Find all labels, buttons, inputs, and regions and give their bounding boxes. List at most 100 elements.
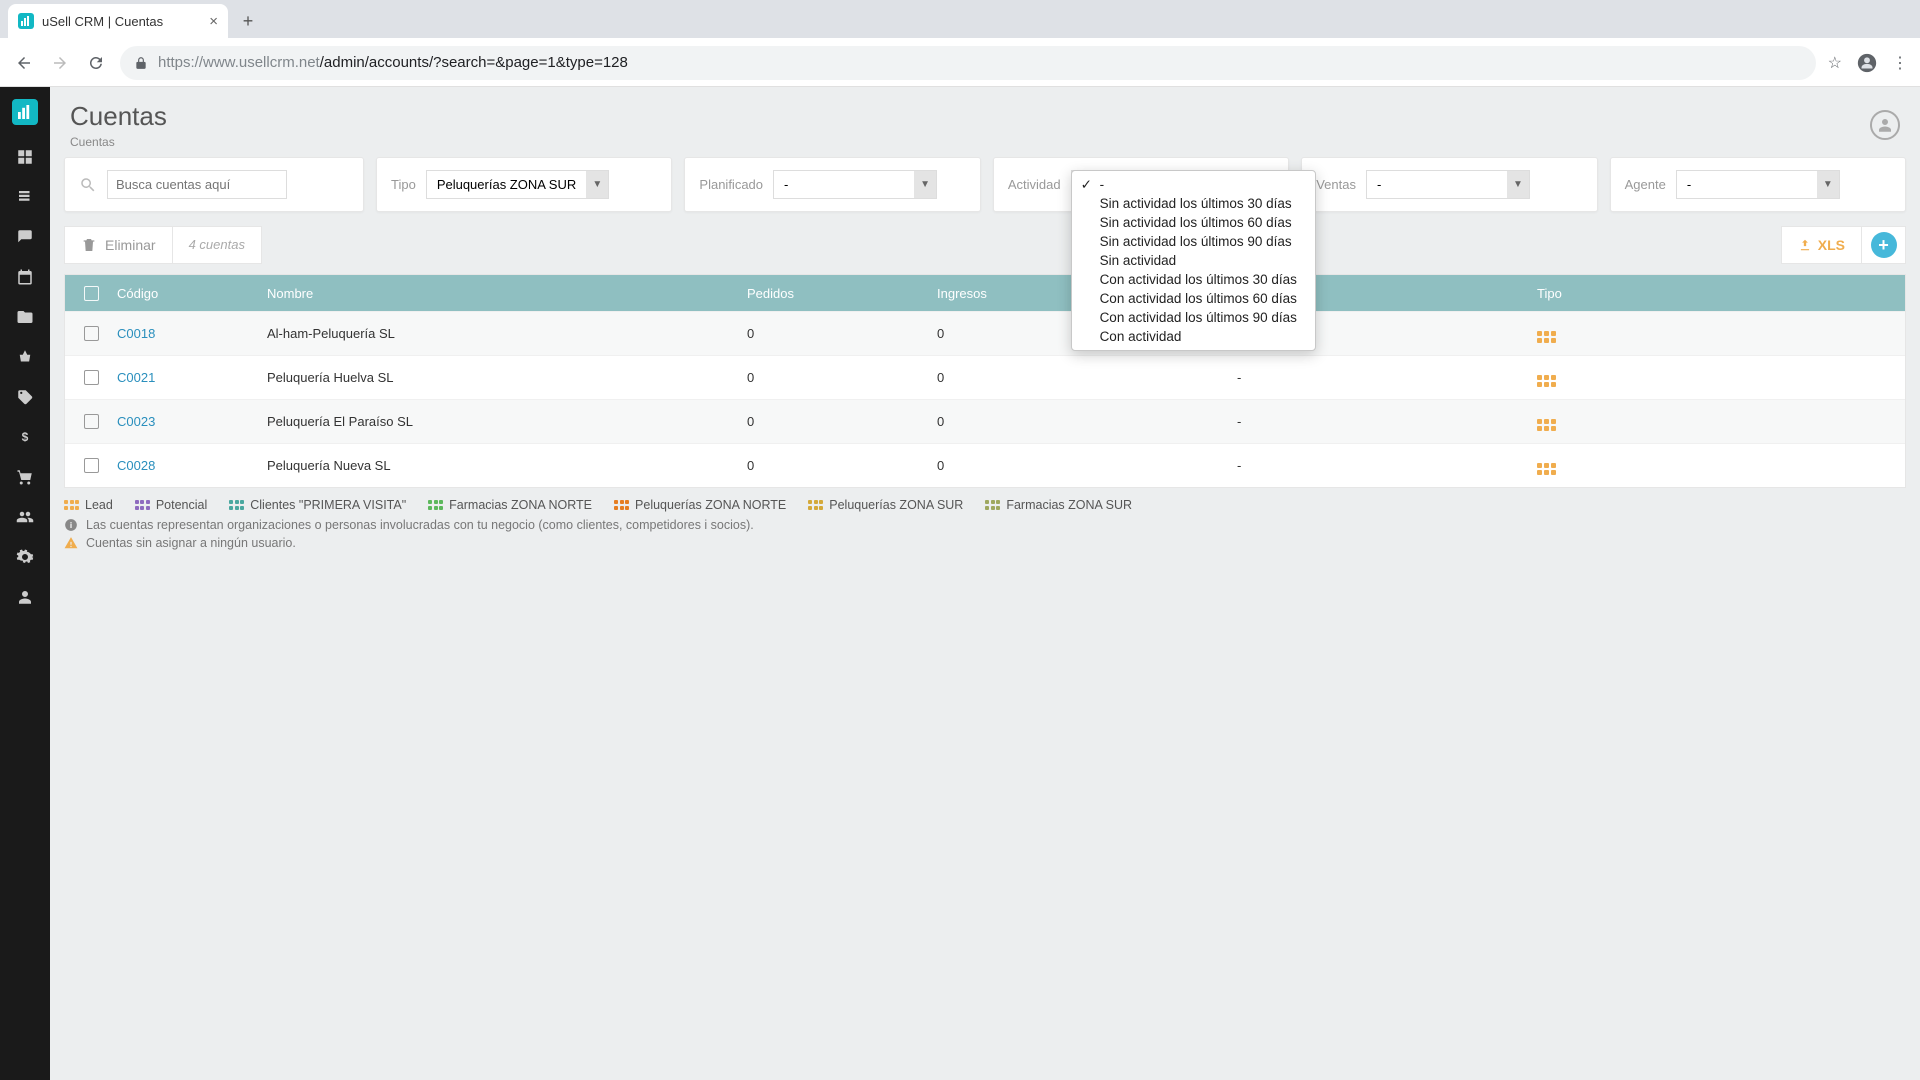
actividad-dropdown[interactable]: -Sin actividad los últimos 30 díasSin ac… — [1071, 170, 1316, 351]
dropdown-option[interactable]: Sin actividad los últimos 90 días — [1072, 232, 1315, 251]
dropdown-option[interactable]: Con actividad los últimos 30 días — [1072, 270, 1315, 289]
tab-bar: uSell CRM | Cuentas × + — [0, 0, 1920, 38]
dropdown-option[interactable]: Con actividad los últimos 90 días — [1072, 308, 1315, 327]
filter-label: Ventas — [1316, 177, 1356, 192]
legend-item: Potencial — [135, 498, 207, 512]
results-count: 4 cuentas — [173, 226, 262, 264]
sidebar-item-tag[interactable] — [0, 377, 50, 417]
account-revenue: 0 — [937, 414, 1237, 429]
sidebar-item-users[interactable] — [0, 497, 50, 537]
row-checkbox[interactable] — [84, 370, 99, 385]
legend-item: Farmacias ZONA NORTE — [428, 498, 592, 512]
warning-text: Cuentas sin asignar a ningún usuario. — [86, 536, 296, 550]
search-input[interactable] — [107, 170, 287, 199]
tipo-select[interactable]: Peluquerías ZONA SUR ▼ — [426, 170, 609, 199]
sidebar-item-user[interactable] — [0, 577, 50, 617]
sidebar-item-contacts[interactable] — [0, 217, 50, 257]
dropdown-option[interactable]: Con actividad los últimos 60 días — [1072, 289, 1315, 308]
account-type — [1537, 324, 1905, 343]
address-bar: https://www.usellcrm.net/admin/accounts/… — [0, 38, 1920, 87]
main-content: Cuentas Cuentas Tipo Peluquerías ZONA SU… — [50, 87, 1920, 1080]
account-code-link[interactable]: C0023 — [117, 414, 155, 429]
account-type — [1537, 412, 1905, 431]
header-type[interactable]: Tipo — [1537, 286, 1905, 301]
header-name[interactable]: Nombre — [267, 286, 747, 301]
breadcrumb: Cuentas — [70, 135, 167, 149]
filter-label: Agente — [1625, 177, 1666, 192]
user-avatar[interactable] — [1870, 110, 1900, 140]
account-code-link[interactable]: C0021 — [117, 370, 155, 385]
account-name: Al-ham-Peluquería SL — [267, 326, 747, 341]
account-code-link[interactable]: C0018 — [117, 326, 155, 341]
url-box[interactable]: https://www.usellcrm.net/admin/accounts/… — [120, 46, 1816, 80]
legend-item: Farmacias ZONA SUR — [985, 498, 1132, 512]
forward-button[interactable] — [48, 51, 72, 75]
sidebar-item-dashboard[interactable] — [0, 137, 50, 177]
table-row[interactable]: C0018Al-ham-Peluquería SL00- — [65, 311, 1905, 355]
dropdown-option[interactable]: Sin actividad los últimos 60 días — [1072, 213, 1315, 232]
chevron-down-icon[interactable]: ▼ — [586, 171, 608, 198]
tab-title: uSell CRM | Cuentas — [42, 14, 163, 29]
upload-icon — [1798, 238, 1812, 252]
table-row[interactable]: C0028Peluquería Nueva SL00- — [65, 443, 1905, 487]
row-checkbox[interactable] — [84, 414, 99, 429]
new-tab-button[interactable]: + — [234, 7, 262, 35]
search-box — [64, 157, 364, 212]
chevron-down-icon[interactable]: ▼ — [914, 171, 936, 198]
sidebar-item-calendar[interactable] — [0, 257, 50, 297]
select-all-checkbox[interactable] — [84, 286, 99, 301]
tab-close-icon[interactable]: × — [209, 13, 218, 30]
lock-icon — [134, 56, 148, 70]
reload-button[interactable] — [84, 51, 108, 75]
account-revenue: 0 — [937, 458, 1237, 473]
ventas-select[interactable]: - ▼ — [1366, 170, 1530, 199]
bookmark-icon[interactable]: ☆ — [1828, 53, 1842, 73]
sidebar-item-money[interactable]: $ — [0, 417, 50, 457]
sidebar: $ — [0, 87, 50, 1080]
profile-icon[interactable] — [1856, 52, 1878, 74]
row-checkbox[interactable] — [84, 458, 99, 473]
dropdown-option[interactable]: Sin actividad — [1072, 251, 1315, 270]
table-row[interactable]: C0021Peluquería Huelva SL00- — [65, 355, 1905, 399]
account-last-order: - — [1237, 414, 1537, 429]
account-code-link[interactable]: C0028 — [117, 458, 155, 473]
chevron-down-icon[interactable]: ▼ — [1817, 171, 1839, 198]
account-type — [1537, 368, 1905, 387]
chevron-down-icon[interactable]: ▼ — [1507, 171, 1529, 198]
favicon — [18, 13, 34, 29]
account-name: Peluquería Huelva SL — [267, 370, 747, 385]
table-header: Código Nombre Pedidos Ingresos Último pe… — [65, 275, 1905, 311]
menu-icon[interactable]: ⋮ — [1892, 53, 1908, 73]
add-button[interactable]: + — [1862, 226, 1906, 264]
dropdown-option[interactable]: Con actividad — [1072, 327, 1315, 346]
filter-label: Tipo — [391, 177, 416, 192]
trash-icon — [81, 237, 97, 253]
sidebar-item-basket[interactable] — [0, 337, 50, 377]
page-title: Cuentas — [70, 101, 167, 132]
filter-tipo: Tipo Peluquerías ZONA SUR ▼ — [376, 157, 672, 212]
planificado-select[interactable]: - ▼ — [773, 170, 937, 199]
row-checkbox[interactable] — [84, 326, 99, 341]
table-row[interactable]: C0023Peluquería El Paraíso SL00- — [65, 399, 1905, 443]
header-orders[interactable]: Pedidos — [747, 286, 937, 301]
sidebar-item-settings[interactable] — [0, 537, 50, 577]
sidebar-item-folder[interactable] — [0, 297, 50, 337]
info-text: Las cuentas representan organizaciones o… — [86, 518, 754, 532]
sidebar-item-cart[interactable] — [0, 457, 50, 497]
dropdown-option[interactable]: - — [1072, 175, 1315, 194]
header-code[interactable]: Código — [117, 286, 267, 301]
legend: LeadPotencialClientes "PRIMERA VISITA"Fa… — [64, 498, 1906, 550]
dropdown-option[interactable]: Sin actividad los últimos 30 días — [1072, 194, 1315, 213]
account-orders: 0 — [747, 326, 937, 341]
delete-button[interactable]: Eliminar — [64, 226, 173, 264]
app-logo[interactable] — [0, 87, 50, 137]
account-name: Peluquería Nueva SL — [267, 458, 747, 473]
agente-select[interactable]: - ▼ — [1676, 170, 1840, 199]
browser-chrome: uSell CRM | Cuentas × + https://www.usel… — [0, 0, 1920, 87]
sidebar-item-accounts[interactable] — [0, 177, 50, 217]
filter-label: Planificado — [699, 177, 763, 192]
filter-agente: Agente - ▼ — [1610, 157, 1906, 212]
export-xls-button[interactable]: XLS — [1781, 226, 1862, 264]
browser-tab[interactable]: uSell CRM | Cuentas × — [8, 4, 228, 38]
back-button[interactable] — [12, 51, 36, 75]
